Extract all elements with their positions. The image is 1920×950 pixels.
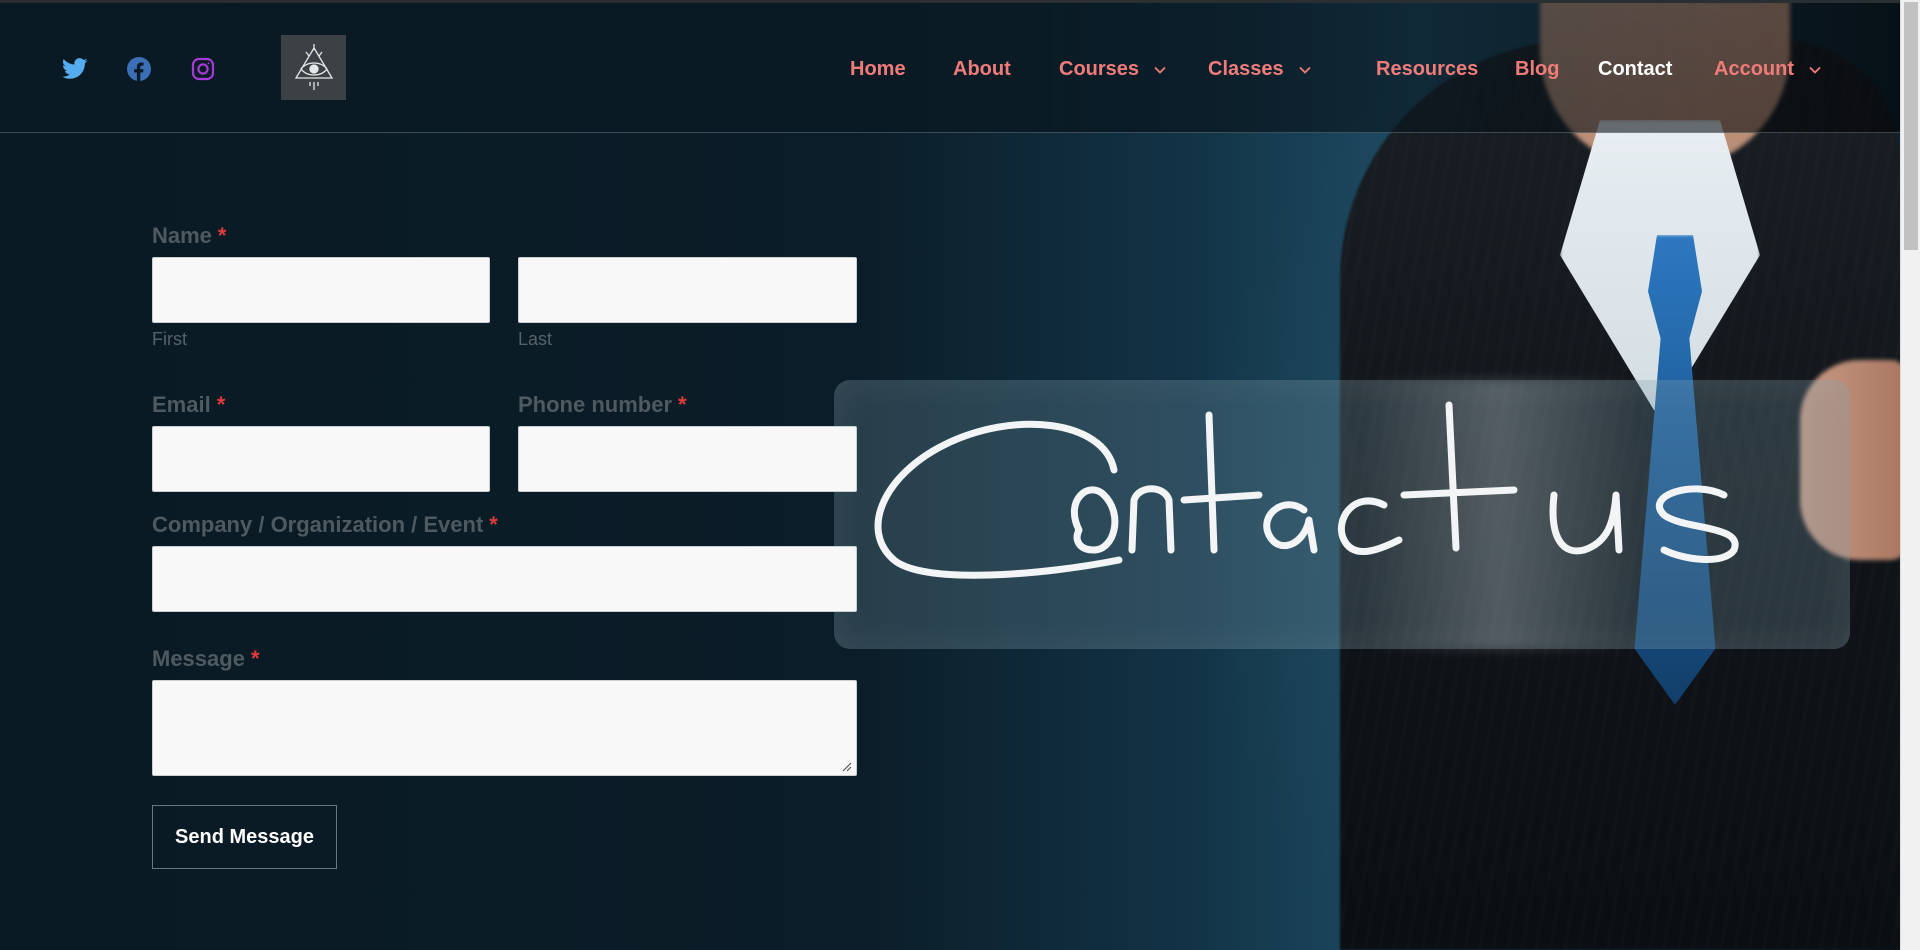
nav-classes-label: Classes	[1208, 58, 1284, 80]
facebook-icon	[127, 57, 151, 81]
nav-about-label: About	[953, 58, 1011, 80]
message-textarea[interactable]	[152, 680, 857, 776]
email-label-text: Email	[152, 392, 211, 417]
first-name-input[interactable]	[152, 257, 490, 323]
company-label: Company / Organization / Event *	[152, 512, 498, 538]
nav-home[interactable]: Home	[850, 58, 906, 81]
chevron-down-icon	[1809, 66, 1821, 74]
nav-blog[interactable]: Blog	[1515, 58, 1559, 81]
nav-home-label: Home	[850, 58, 906, 80]
nav-resources[interactable]: Resources	[1376, 58, 1478, 81]
site-header: Home About Courses Classes Resources Blo…	[0, 3, 1900, 133]
company-input[interactable]	[152, 546, 857, 612]
twitter-icon	[62, 58, 88, 79]
scrollbar-thumb[interactable]	[1904, 2, 1918, 250]
chevron-down-icon	[1154, 66, 1166, 74]
required-marker: *	[217, 223, 227, 248]
nav-contact-label: Contact	[1598, 58, 1673, 80]
contact-us-handwriting-image	[864, 400, 1794, 620]
phone-input[interactable]	[518, 426, 857, 492]
nav-courses[interactable]: Courses	[1059, 58, 1167, 81]
message-label: Message *	[152, 646, 260, 672]
last-sublabel: Last	[518, 329, 553, 349]
last-name-input[interactable]	[518, 257, 857, 323]
chevron-down-icon	[1298, 66, 1311, 74]
all-seeing-eye-logo-icon	[294, 43, 333, 90]
name-label-text: Name	[152, 223, 212, 248]
page-scrollbar[interactable]	[1900, 0, 1920, 950]
nav-contact[interactable]: Contact	[1598, 58, 1672, 81]
instagram-icon	[191, 57, 215, 81]
required-marker: *	[216, 392, 226, 417]
email-input[interactable]	[152, 426, 490, 492]
nav-account[interactable]: Account	[1714, 58, 1822, 81]
phone-label-text: Phone number	[518, 392, 673, 417]
nav-account-label: Account	[1714, 58, 1794, 80]
name-label: Name *	[152, 223, 226, 249]
site-logo[interactable]	[281, 35, 346, 100]
nav-blog-label: Blog	[1515, 58, 1560, 80]
instagram-link[interactable]	[189, 55, 217, 83]
facebook-link[interactable]	[125, 55, 153, 83]
required-marker: *	[489, 512, 498, 537]
contact-page: Home About Courses Classes Resources Blo…	[0, 0, 1920, 950]
nav-courses-label: Courses	[1059, 58, 1140, 80]
message-label-text: Message	[152, 646, 245, 671]
resize-grip-icon[interactable]	[840, 760, 852, 772]
required-marker: *	[250, 646, 260, 671]
company-label-text: Company / Organization / Event	[152, 512, 484, 537]
send-message-button[interactable]: Send Message	[152, 805, 337, 869]
twitter-link[interactable]	[61, 55, 89, 83]
phone-label: Phone number *	[518, 392, 687, 418]
email-label: Email *	[152, 392, 225, 418]
required-marker: *	[678, 392, 687, 417]
nav-resources-label: Resources	[1376, 58, 1479, 80]
nav-classes[interactable]: Classes	[1208, 58, 1312, 81]
nav-about[interactable]: About	[953, 58, 1011, 81]
first-sublabel: First	[152, 329, 187, 349]
